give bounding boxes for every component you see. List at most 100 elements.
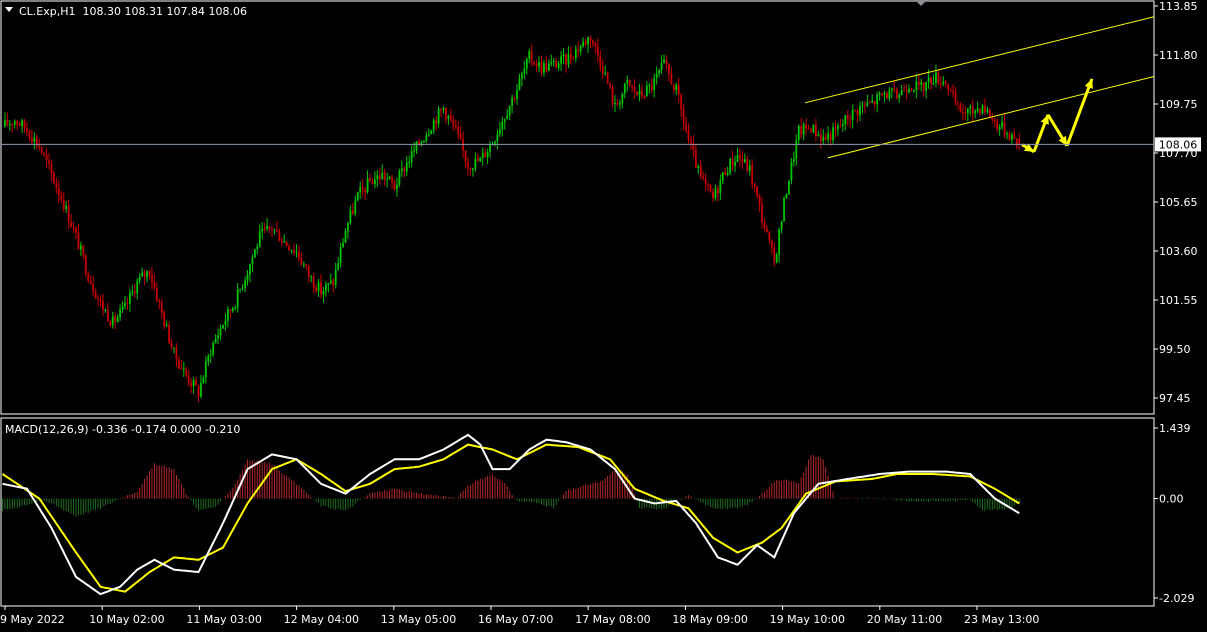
candle-body bbox=[935, 72, 937, 83]
candle-body bbox=[459, 133, 462, 140]
candle-body bbox=[739, 155, 741, 160]
candle-body bbox=[822, 137, 825, 142]
candle-body bbox=[273, 229, 276, 231]
candle-body bbox=[405, 162, 408, 172]
candle-body bbox=[393, 182, 396, 190]
candle-body bbox=[724, 172, 727, 175]
candle-body bbox=[993, 119, 996, 122]
candle-body bbox=[75, 227, 77, 233]
candle-body bbox=[761, 204, 763, 223]
candle bbox=[285, 241, 288, 247]
candle-body bbox=[489, 144, 491, 152]
candle-body bbox=[484, 152, 487, 158]
candle-body bbox=[508, 105, 511, 116]
candle-body bbox=[197, 385, 200, 397]
candle-body bbox=[614, 102, 616, 105]
candle-body bbox=[685, 123, 687, 132]
candle-body bbox=[410, 151, 413, 163]
candle-body bbox=[861, 105, 864, 107]
candle-body bbox=[234, 307, 237, 309]
candle-body bbox=[227, 309, 229, 321]
time-tick-label: 12 May 04:00 bbox=[284, 613, 359, 626]
candle-body bbox=[334, 269, 337, 286]
candle-body bbox=[913, 90, 915, 92]
candle-body bbox=[116, 317, 119, 323]
candle-body bbox=[626, 79, 629, 84]
price-tick-label: 99.50 bbox=[1159, 343, 1191, 356]
candle-body bbox=[469, 168, 472, 170]
time-tick-label: 13 May 05:00 bbox=[381, 613, 456, 626]
candle-body bbox=[427, 133, 430, 136]
candle-body bbox=[283, 241, 286, 243]
candle-body bbox=[143, 272, 146, 278]
candle-body bbox=[246, 274, 249, 281]
candle-body bbox=[501, 121, 504, 130]
candle-body bbox=[6, 120, 9, 126]
candle-body bbox=[62, 199, 65, 210]
candle-body bbox=[511, 97, 513, 106]
candle-body bbox=[251, 257, 254, 265]
candle-body bbox=[675, 84, 678, 90]
candle-body bbox=[72, 227, 75, 229]
candle-body bbox=[584, 41, 587, 45]
candle-body bbox=[817, 134, 820, 137]
candle-body bbox=[1006, 133, 1008, 135]
candle-body bbox=[611, 87, 614, 105]
candle-body bbox=[121, 306, 124, 310]
candle-body bbox=[293, 250, 295, 253]
candle-body bbox=[474, 158, 477, 169]
candle-body bbox=[810, 128, 812, 133]
candle-body bbox=[638, 90, 641, 95]
candle-body bbox=[327, 283, 330, 285]
candle-body bbox=[746, 159, 749, 171]
candle-body bbox=[957, 103, 959, 105]
candle-body bbox=[396, 184, 398, 190]
candle-body bbox=[616, 102, 619, 105]
candle-body bbox=[927, 77, 930, 83]
macd-tick-label: -2.029 bbox=[1159, 592, 1194, 605]
candle-body bbox=[173, 347, 175, 349]
candle-body bbox=[849, 119, 852, 121]
candle-body bbox=[780, 221, 783, 230]
macd-tick-label: 1.439 bbox=[1159, 422, 1191, 435]
candle-body bbox=[829, 133, 832, 141]
candle-body bbox=[751, 165, 754, 184]
candle-body bbox=[736, 155, 739, 162]
candle-body bbox=[702, 176, 705, 179]
candle-body bbox=[378, 175, 381, 180]
candle-body bbox=[567, 54, 570, 65]
candle-body bbox=[952, 90, 954, 93]
candle-body bbox=[214, 338, 217, 343]
candle-body bbox=[741, 159, 744, 163]
candle-body bbox=[457, 126, 460, 134]
candle-body bbox=[633, 86, 636, 92]
candle-body bbox=[859, 106, 861, 116]
candle-body bbox=[871, 100, 874, 103]
candle-body bbox=[570, 54, 572, 59]
candle-body bbox=[26, 128, 28, 132]
candle-body bbox=[187, 375, 190, 383]
candle-body bbox=[795, 140, 798, 160]
candle-body bbox=[707, 183, 709, 186]
candle-body bbox=[579, 46, 582, 52]
candle-body bbox=[33, 137, 36, 142]
candle-body bbox=[721, 172, 724, 181]
candle-body bbox=[192, 380, 195, 387]
candle-body bbox=[256, 246, 259, 250]
candle-body bbox=[106, 310, 109, 322]
candle-body bbox=[942, 81, 945, 85]
candle-body bbox=[302, 264, 305, 266]
candle-body bbox=[594, 43, 597, 47]
candle-body bbox=[981, 105, 984, 113]
candle-body bbox=[322, 291, 325, 295]
candle-body bbox=[111, 316, 114, 326]
candle-body bbox=[631, 85, 634, 87]
candle-body bbox=[99, 298, 102, 301]
candle-body bbox=[528, 51, 531, 59]
candle-body bbox=[837, 125, 839, 130]
candle-body bbox=[288, 245, 291, 251]
candle-body bbox=[146, 271, 148, 278]
candle-body bbox=[18, 124, 21, 126]
candle-body bbox=[868, 102, 871, 104]
candle-body bbox=[949, 90, 952, 92]
